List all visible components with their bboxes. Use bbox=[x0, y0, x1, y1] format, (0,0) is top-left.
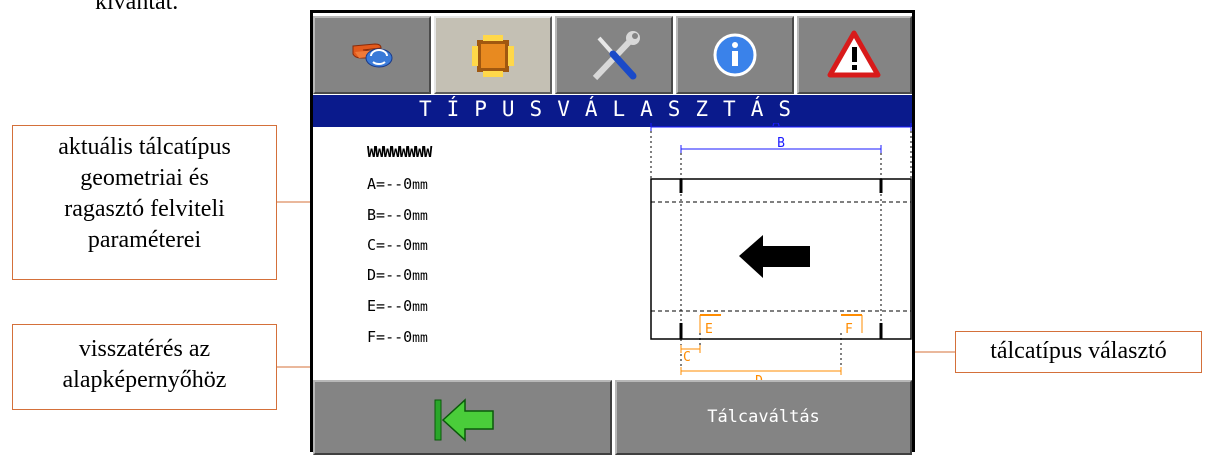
page-title: TÍPUSVÁLASZTÁS bbox=[418, 97, 806, 121]
param-e: E=--0mm bbox=[367, 297, 428, 315]
param-c: C=--0mm bbox=[367, 236, 428, 254]
param-b: B=--0mm bbox=[367, 206, 428, 224]
device-screen: TÍPUSVÁLASZTÁS WWWWWWWW A=--0mm B=--0mm … bbox=[310, 10, 915, 455]
callout-parameters: aktuális tálcatípus geometriai és ragasz… bbox=[12, 125, 277, 280]
dim-c-label: C bbox=[683, 350, 691, 365]
param-e-label: E= bbox=[367, 297, 386, 315]
param-d-value: --0 bbox=[385, 266, 413, 284]
green-back-arrow-icon bbox=[434, 398, 494, 442]
callout-tray-select-text: tálcatípus választó bbox=[990, 338, 1167, 364]
param-c-value: --0 bbox=[385, 236, 413, 254]
tab-hand-swap[interactable] bbox=[313, 16, 431, 94]
param-d-label: D= bbox=[367, 266, 386, 284]
dim-b-label: B bbox=[777, 136, 785, 151]
param-f-label: F= bbox=[367, 328, 386, 346]
dim-e-label: E bbox=[705, 322, 713, 337]
tab-info[interactable] bbox=[676, 16, 794, 94]
param-b-unit: mm bbox=[412, 209, 428, 224]
param-d-unit: mm bbox=[412, 269, 428, 284]
param-f: F=--0mm bbox=[367, 328, 428, 346]
param-a: A=--0mm bbox=[367, 175, 428, 193]
param-c-label: C= bbox=[367, 236, 386, 254]
param-a-label: A= bbox=[367, 175, 386, 193]
tab-settings-tools[interactable] bbox=[555, 16, 673, 94]
param-c-unit: mm bbox=[412, 239, 428, 254]
tray-orange-icon bbox=[472, 35, 514, 77]
callout-return: visszatérés az alapképernyőhöz bbox=[12, 324, 277, 410]
callout-return-line-1: visszatérés az bbox=[78, 336, 211, 362]
callout-tray-select: tálcatípus választó bbox=[955, 331, 1202, 373]
param-f-unit: mm bbox=[412, 331, 428, 346]
param-d: D=--0mm bbox=[367, 266, 428, 284]
param-a-value: --0 bbox=[385, 175, 413, 193]
callout-parameters-line-3: ragasztó felviteli bbox=[64, 196, 225, 222]
tools-icon bbox=[592, 31, 640, 81]
param-e-unit: mm bbox=[412, 300, 428, 315]
tray-type-name: WWWWWWWW bbox=[367, 143, 432, 161]
warning-icon bbox=[827, 30, 881, 78]
tab-tray-type[interactable] bbox=[434, 16, 552, 94]
back-button[interactable] bbox=[313, 380, 612, 455]
callout-return-line-2: alapképernyőhöz bbox=[62, 367, 227, 393]
callout-parameters-line-1: aktuális tálcatípus bbox=[58, 134, 231, 160]
callout-parameters-line-2: geometriai és bbox=[80, 165, 209, 191]
tray-geometry-diagram: A B E F C bbox=[650, 123, 912, 383]
dim-a-label: A bbox=[772, 123, 780, 130]
tray-change-button[interactable]: Tálcaváltás bbox=[615, 380, 912, 455]
callout-parameters-line-4: paraméterei bbox=[87, 227, 202, 253]
param-b-value: --0 bbox=[385, 206, 413, 224]
param-b-label: B= bbox=[367, 206, 386, 224]
param-f-value: --0 bbox=[385, 328, 413, 346]
dim-f-label: F bbox=[845, 322, 853, 337]
param-a-unit: mm bbox=[412, 178, 428, 193]
info-icon bbox=[713, 33, 757, 77]
param-e-value: --0 bbox=[385, 297, 413, 315]
hand-swap-icon bbox=[352, 43, 393, 68]
tab-warning[interactable] bbox=[797, 16, 912, 94]
tray-change-label: Tálcaváltás bbox=[707, 407, 820, 427]
